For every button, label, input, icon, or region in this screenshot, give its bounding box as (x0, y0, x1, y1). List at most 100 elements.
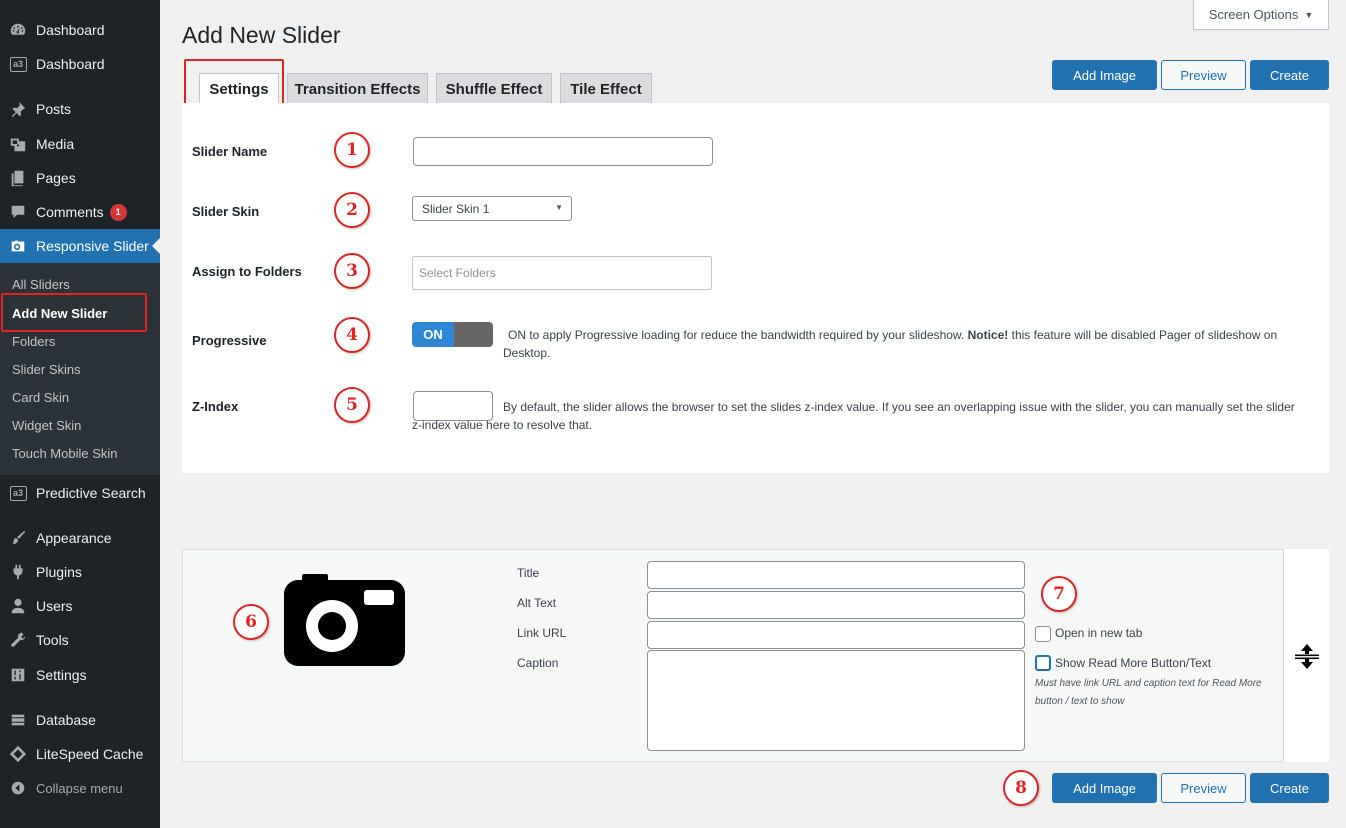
zindex-label: Z-Index (192, 399, 239, 414)
preview-button-top[interactable]: Preview (1161, 60, 1246, 90)
menu-label: Posts (36, 101, 72, 117)
responsive-slider-submenu: All Sliders Add New Slider Folders Slide… (0, 263, 160, 475)
menu-a3-dashboard[interactable]: a3 Dashboard (0, 47, 160, 81)
zindex-help-text: By default, the slider allows the browse… (412, 400, 1295, 432)
menu-comments[interactable]: Comments 1 (0, 195, 160, 229)
submenu-card-skin[interactable]: Card Skin (12, 385, 69, 409)
annotation-8: 8 (1003, 770, 1039, 806)
menu-label: Comments (36, 204, 104, 220)
database-icon (0, 711, 36, 729)
screen-options-button[interactable]: Screen Options ▼ (1193, 0, 1329, 30)
link-url-input[interactable] (647, 621, 1025, 649)
title-label: Title (517, 566, 540, 580)
a3-icon: a3 (0, 485, 36, 501)
menu-label: LiteSpeed Cache (36, 746, 144, 762)
menu-plugins[interactable]: Plugins (0, 555, 160, 589)
menu-label: Pages (36, 170, 76, 186)
menu-settings[interactable]: Settings (0, 658, 160, 692)
slider-name-input[interactable] (413, 137, 713, 166)
menu-label: Tools (36, 632, 69, 648)
collapse-icon (0, 779, 36, 797)
caret-down-icon: ▼ (1304, 9, 1314, 20)
diamond-icon (0, 745, 36, 763)
slider-name-label: Slider Name (192, 144, 268, 159)
menu-database[interactable]: Database (0, 703, 160, 737)
add-image-button-bottom[interactable]: Add Image (1052, 773, 1157, 803)
menu-pages[interactable]: Pages (0, 161, 160, 195)
annotation-2: 2 (334, 192, 370, 228)
tab-transition-effects[interactable]: Transition Effects (287, 73, 428, 104)
submenu-add-new-slider[interactable]: Add New Slider (12, 301, 107, 325)
alt-text-label: Alt Text (517, 596, 557, 610)
menu-dashboard[interactable]: Dashboard (0, 13, 160, 47)
menu-label: Predictive Search (36, 485, 146, 501)
media-icon (0, 135, 36, 153)
preview-button-bottom[interactable]: Preview (1161, 773, 1246, 803)
page-title: Add New Slider (182, 22, 341, 48)
slider-skin-label: Slider Skin (192, 204, 260, 219)
read-more-note: Must have link URL and caption text for … (1035, 678, 1262, 707)
camera-icon (0, 237, 36, 255)
comment-icon (0, 203, 36, 221)
dashboard-icon (0, 21, 36, 39)
pages-icon (0, 169, 36, 187)
slider-skin-select[interactable]: Slider Skin 1 ▼ (412, 196, 572, 221)
open-new-tab-checkbox[interactable] (1035, 626, 1051, 642)
select-folders-input[interactable]: Select Folders (412, 256, 712, 290)
admin-sidebar: Dashboard a3 Dashboard Posts Media Pages… (0, 0, 160, 828)
assign-folders-label: Assign to Folders (192, 264, 302, 279)
submenu-widget-skin[interactable]: Widget Skin (12, 413, 81, 437)
menu-label: Plugins (36, 564, 82, 580)
menu-label: Dashboard (36, 22, 105, 38)
annotation-3: 3 (334, 253, 370, 289)
create-button-top[interactable]: Create (1250, 60, 1329, 90)
collapse-menu-button[interactable]: Collapse menu (0, 771, 160, 805)
title-input[interactable] (647, 561, 1025, 589)
menu-label: Settings (36, 667, 87, 683)
sliders-icon (0, 666, 36, 684)
tab-settings[interactable]: Settings (199, 73, 279, 104)
menu-label: Dashboard (36, 56, 105, 72)
pin-icon (0, 100, 36, 118)
tab-shuffle-effect[interactable]: Shuffle Effect (436, 73, 552, 104)
menu-tools[interactable]: Tools (0, 623, 160, 657)
create-button-bottom[interactable]: Create (1250, 773, 1329, 803)
open-new-tab-label: Open in new tab (1055, 626, 1143, 640)
camera-placeholder-icon[interactable] (284, 574, 405, 666)
caption-label: Caption (517, 656, 559, 670)
add-image-button-top[interactable]: Add Image (1052, 60, 1157, 90)
menu-responsive-slider[interactable]: Responsive Slider (0, 229, 160, 263)
show-read-more-checkbox[interactable] (1035, 655, 1051, 671)
progressive-help-text: ON to apply Progressive loading for redu… (503, 328, 1278, 360)
annotation-6: 6 (233, 604, 269, 640)
annotation-7: 7 (1041, 576, 1077, 612)
caption-textarea[interactable] (647, 650, 1025, 751)
progressive-label: Progressive (192, 333, 267, 348)
select-arrow-icon: ▼ (555, 203, 563, 212)
user-icon (0, 597, 36, 615)
annotation-5: 5 (334, 387, 370, 423)
a3-icon: a3 (0, 56, 36, 72)
menu-label: Media (36, 136, 75, 152)
menu-predictive-search[interactable]: a3 Predictive Search (0, 476, 160, 510)
menu-media[interactable]: Media (0, 127, 160, 161)
annotation-4: 4 (334, 317, 370, 353)
show-read-more-label: Show Read More Button/Text (1055, 656, 1212, 670)
menu-users[interactable]: Users (0, 589, 160, 623)
menu-posts[interactable]: Posts (0, 92, 160, 126)
alt-text-input[interactable] (647, 591, 1025, 619)
submenu-touch-mobile-skin[interactable]: Touch Mobile Skin (12, 441, 118, 465)
menu-appearance[interactable]: Appearance (0, 521, 160, 555)
submenu-folders[interactable]: Folders (12, 329, 55, 353)
wrench-icon (0, 631, 36, 649)
menu-label: Collapse menu (36, 780, 123, 796)
annotation-1: 1 (334, 132, 370, 168)
menu-litespeed-cache[interactable]: LiteSpeed Cache (0, 737, 160, 771)
drag-handle-icon[interactable] (1293, 642, 1321, 670)
progressive-toggle[interactable]: ON (412, 322, 493, 347)
tab-tile-effect[interactable]: Tile Effect (560, 73, 652, 104)
drag-handle-column[interactable] (1283, 549, 1329, 762)
submenu-all-sliders[interactable]: All Sliders (12, 272, 70, 296)
submenu-slider-skins[interactable]: Slider Skins (12, 357, 81, 381)
menu-label: Appearance (36, 530, 112, 546)
